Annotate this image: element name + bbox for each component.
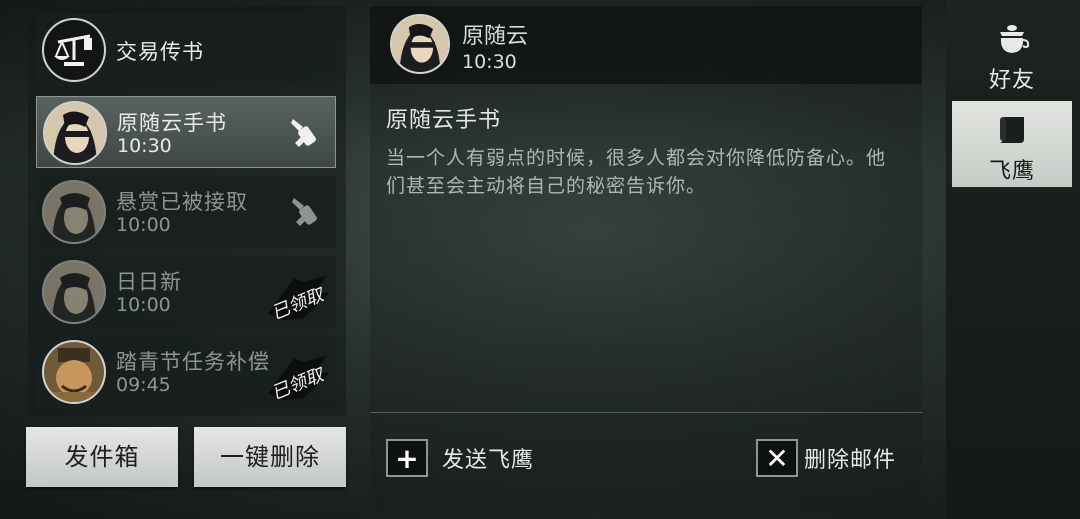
mail-detail: 原随云 10:30 原随云手书 当一个人有弱点的时候，很多人都会对你降低防备心。… [370,6,922,508]
delete-all-button[interactable]: 一键删除 [194,427,346,487]
tab-eagle[interactable]: 飞鹰 [952,101,1072,187]
mail-title: 日日新 [116,270,182,294]
mail-time: 10:00 [116,294,171,316]
mail-subject: 原随云手书 [386,108,502,133]
mail-time: 10:00 [116,214,171,236]
sender-name: 原随云 [462,24,529,49]
mail-item-festival[interactable]: 踏青节任务补偿 09:45 已领取 [36,336,336,408]
mail-item-trade[interactable]: 交易传书 [36,14,336,86]
avatar [42,180,106,244]
tab-label: 飞鹰 [988,159,1035,184]
mail-title: 悬赏已被接取 [116,190,248,214]
close-icon: ✕ [756,439,798,477]
delete-mail-button[interactable]: ✕ 删除邮件 [756,438,896,478]
mail-item-yuan-suiyun[interactable]: 原随云手书 10:30 [36,96,336,168]
claimed-stamp: 已领取 [264,354,332,404]
delete-mail-label: 删除邮件 [804,448,897,473]
avatar [42,260,106,324]
sender-avatar [390,14,450,74]
send-eagle-button[interactable]: + 发送飞鹰 [386,438,534,478]
mail-list: 交易传书 原随云手书 10:30 悬赏已被接取 10:00 日日新 10:00 … [28,6,346,416]
mail-item-bounty[interactable]: 悬赏已被接取 10:00 [36,176,336,248]
mail-body: 当一个人有弱点的时候，很多人都会对你降低防备心。他们甚至会主动将自己的秘密告诉你… [386,147,887,197]
mail-title: 踏青节任务补偿 [116,350,270,374]
mail-time: 10:30 [117,135,172,157]
tab-rail: 好友 飞鹰 [946,0,1080,519]
mail-title: 交易传书 [116,40,204,64]
sender-time: 10:30 [462,51,517,73]
avatar [42,340,106,404]
tab-friends[interactable]: 好友 [952,10,1072,96]
item-attachment-icon [291,119,316,147]
outbox-button[interactable]: 发件箱 [26,427,178,487]
tab-label: 好友 [988,68,1035,93]
avatar [43,101,107,165]
send-eagle-label: 发送飞鹰 [442,448,535,473]
claimed-stamp: 已领取 [264,274,332,324]
detail-header: 原随云 10:30 [370,6,922,84]
scroll-icon [1000,117,1024,143]
scale-icon [42,18,106,82]
mail-title: 原随云手书 [117,111,227,135]
plus-icon: + [386,439,428,477]
mail-time: 09:45 [116,374,171,396]
divider [370,412,922,413]
mail-item-ririxin[interactable]: 日日新 10:00 已领取 [36,256,336,328]
item-attachment-icon [292,198,317,226]
teapot-icon [1000,25,1030,53]
